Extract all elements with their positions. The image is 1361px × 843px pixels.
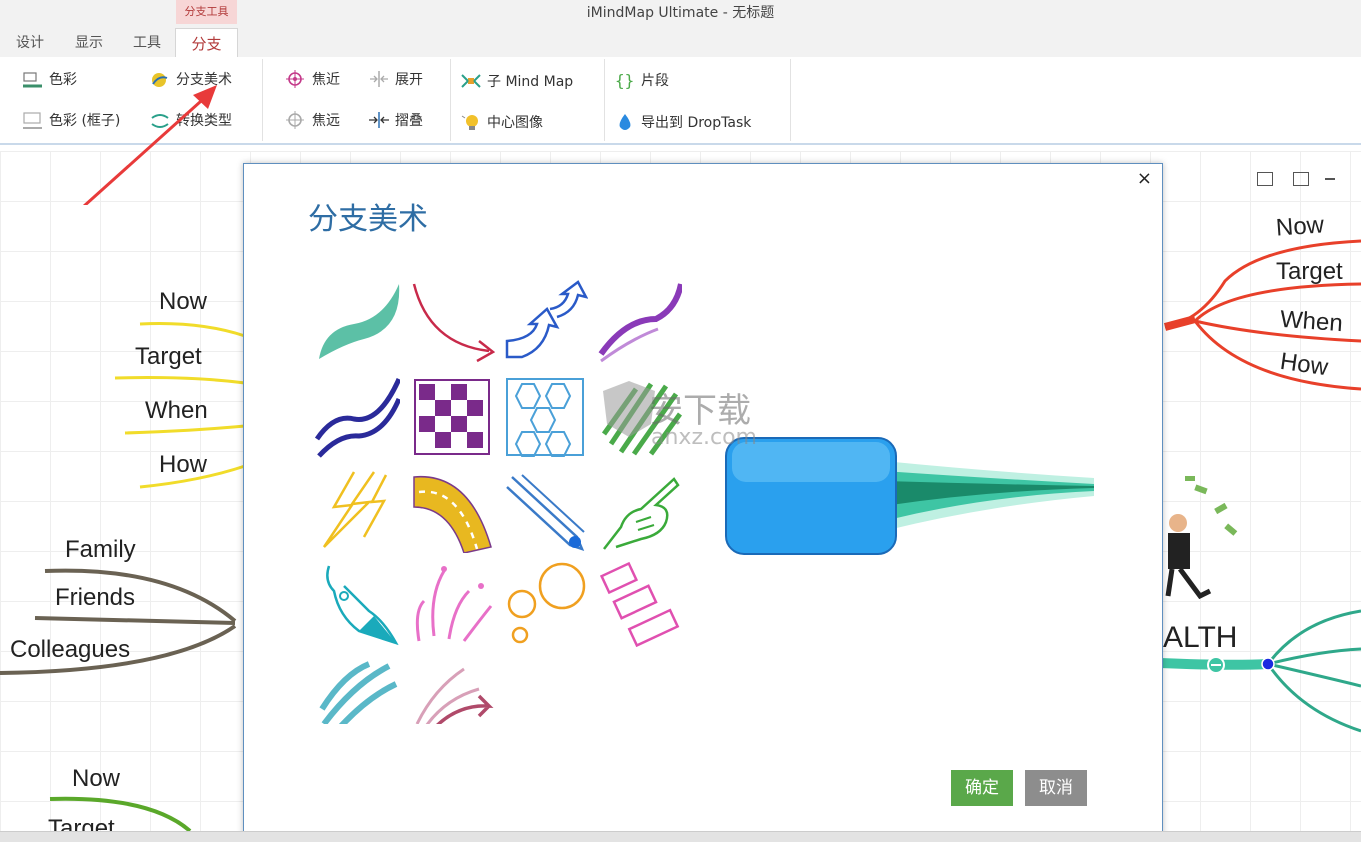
mm-topic-now-2[interactable]: Now xyxy=(72,765,120,793)
branch-preview xyxy=(724,436,1094,556)
mm-topic-friends[interactable]: Friends xyxy=(55,584,135,612)
sub-mindmap-button[interactable]: 子 Mind Map xyxy=(460,69,573,93)
art-navy-double-wave[interactable] xyxy=(314,374,402,460)
mm-topic-family[interactable]: Family xyxy=(65,536,136,564)
money-man-illustration xyxy=(1165,476,1238,600)
art-teal-swoosh[interactable] xyxy=(314,279,400,365)
sub-mindmap-icon xyxy=(460,71,482,91)
mm-central-topic[interactable]: ALTH xyxy=(1163,621,1237,655)
snippet-label: 片段 xyxy=(641,73,669,89)
svg-text:{}: {} xyxy=(615,71,634,90)
ribbon-separator xyxy=(790,59,791,141)
mm-topic-now-right[interactable]: Now xyxy=(1275,211,1325,242)
collapse-label: 摺叠 xyxy=(395,113,423,129)
tab-display[interactable]: 显示 xyxy=(60,28,118,57)
art-teal-scribble[interactable] xyxy=(314,654,400,724)
mm-topic-when-right[interactable]: When xyxy=(1279,306,1343,338)
ribbon-tabs: 设计 显示 工具 分支 xyxy=(0,28,1361,59)
collapse-icon xyxy=(368,110,390,130)
art-purple-checker[interactable] xyxy=(409,374,495,460)
art-blue-pencil[interactable] xyxy=(502,467,588,553)
mm-topic-when[interactable]: When xyxy=(145,397,208,425)
minimize-icon[interactable] xyxy=(1325,178,1335,180)
mm-topic-target-right[interactable]: Target xyxy=(1276,258,1343,286)
art-blue-double-arrow[interactable] xyxy=(502,279,589,365)
mm-topic-how[interactable]: How xyxy=(159,451,207,479)
art-teal-fountain-pen[interactable] xyxy=(314,561,400,647)
ribbon-separator xyxy=(450,59,451,141)
art-green-pointing-hand[interactable] xyxy=(596,467,682,553)
expand-button[interactable]: 展开 xyxy=(368,67,423,91)
art-red-curved-arrow[interactable] xyxy=(409,279,496,365)
mm-topic-target[interactable]: Target xyxy=(135,343,202,371)
watermark-sub: anxz.com xyxy=(651,425,757,450)
art-purple-wave[interactable] xyxy=(596,279,684,365)
art-yellow-lightning[interactable] xyxy=(314,467,400,553)
art-yellow-road[interactable] xyxy=(409,467,495,554)
expand-icon xyxy=(368,69,390,89)
art-pink-splash[interactable] xyxy=(409,561,495,647)
braces-icon: {} xyxy=(614,70,636,90)
art-blue-hexagon[interactable] xyxy=(502,374,588,460)
collapse-button[interactable]: 摺叠 xyxy=(368,108,423,132)
ok-button[interactable]: 确定 xyxy=(951,770,1013,806)
central-image-label: 中心图像 xyxy=(487,115,543,131)
context-tab-branch-tools: 分支工具 xyxy=(176,0,237,24)
close-button[interactable]: × xyxy=(1137,168,1152,189)
snippet-button[interactable]: {} 片段 xyxy=(614,68,669,92)
art-maroon-arrow-scribble[interactable] xyxy=(409,654,495,724)
art-pink-rectangles[interactable] xyxy=(596,561,682,648)
ribbon-separator xyxy=(604,59,605,141)
expand-label: 展开 xyxy=(395,72,423,88)
dialog-title: 分支美术 xyxy=(308,202,428,237)
mm-topic-now[interactable]: Now xyxy=(159,288,207,316)
title-bar: iMindMap Ultimate - 无标题 分支工具 xyxy=(0,0,1361,28)
export-droptask-label: 导出到 DropTask xyxy=(641,115,752,131)
export-droptask-button[interactable]: 导出到 DropTask xyxy=(614,110,751,134)
tab-tools[interactable]: 工具 xyxy=(118,28,176,57)
restore-icon[interactable] xyxy=(1293,172,1309,186)
branch-art-dialog: 分支美术 × 安下载 anxz.com 确定 取消 xyxy=(243,163,1163,835)
cancel-button[interactable]: 取消 xyxy=(1025,770,1087,806)
central-image-button[interactable]: 中心图像 xyxy=(460,110,543,134)
art-orange-bubbles[interactable] xyxy=(502,561,588,647)
fullscreen-icon[interactable] xyxy=(1257,172,1273,186)
status-bar xyxy=(0,831,1361,842)
tab-branch[interactable]: 分支 xyxy=(175,28,238,59)
mm-topic-colleagues[interactable]: Colleagues xyxy=(10,636,130,664)
sub-mindmap-label: 子 Mind Map xyxy=(487,74,574,90)
droptask-icon xyxy=(614,112,636,132)
tab-design[interactable]: 设计 xyxy=(0,28,60,57)
lightbulb-icon xyxy=(460,112,482,132)
